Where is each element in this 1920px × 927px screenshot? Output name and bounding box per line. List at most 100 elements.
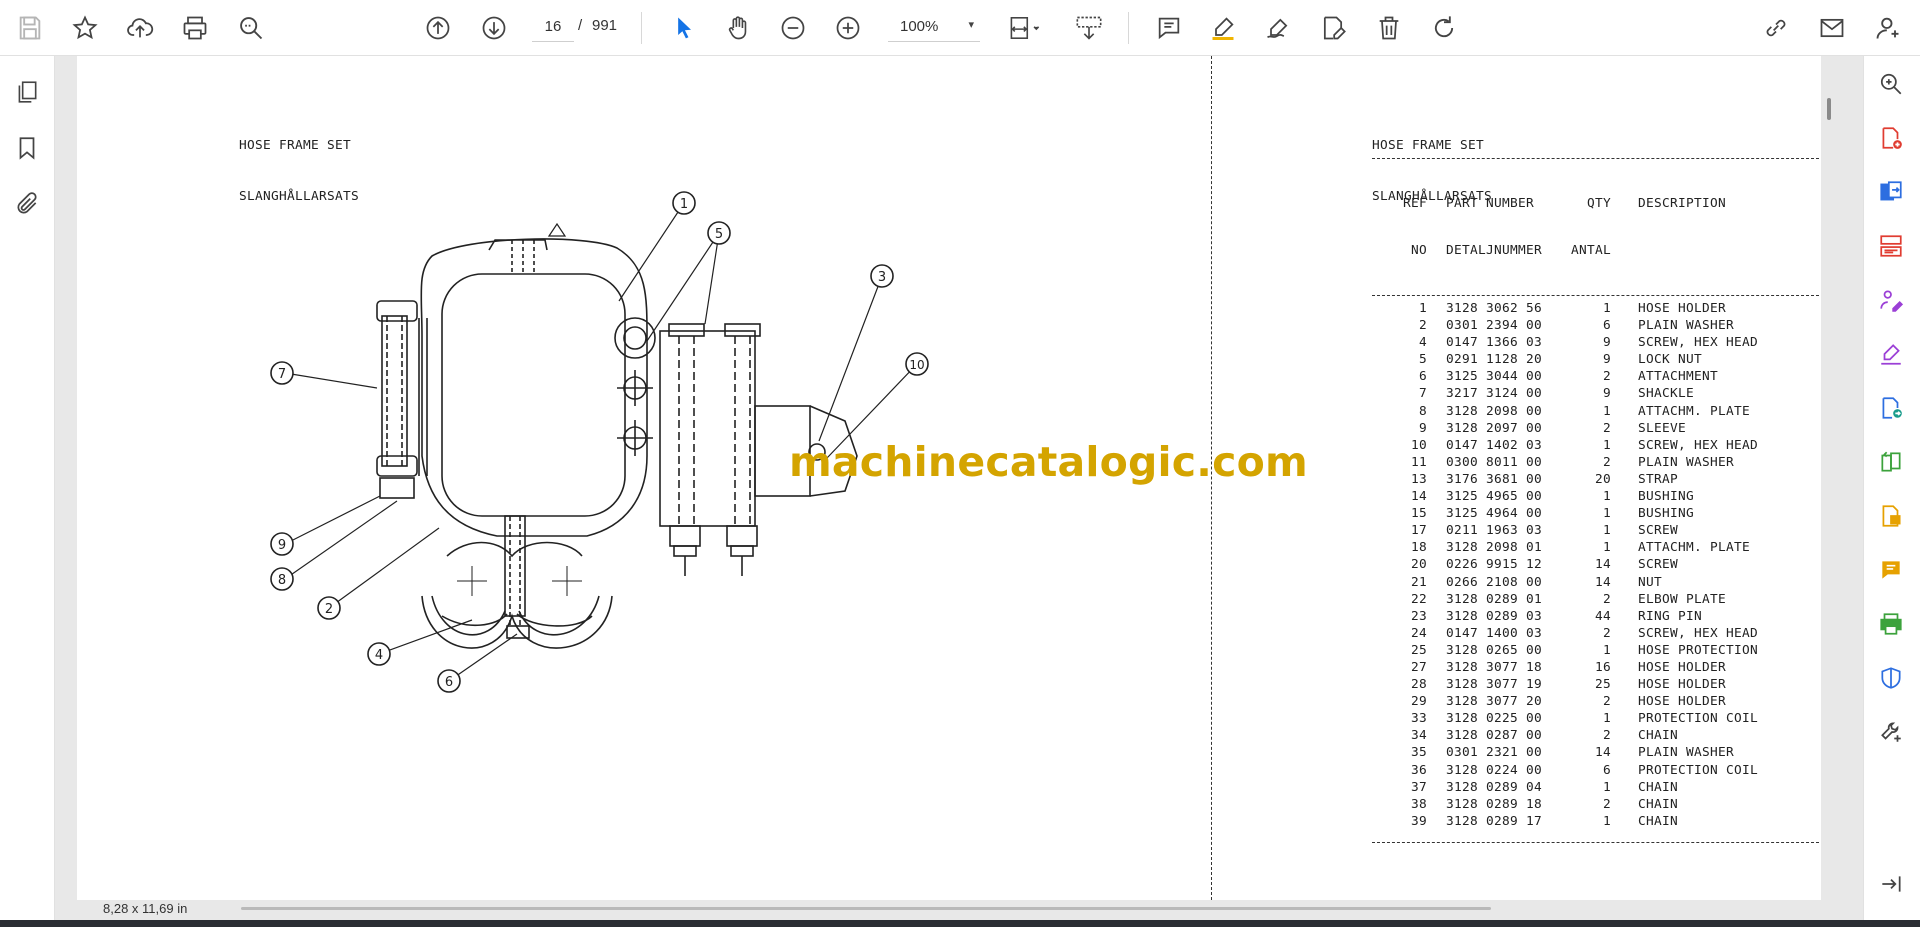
page-number-input[interactable] (532, 12, 574, 42)
zoom-dropdown[interactable]: 100% ▾ (888, 12, 980, 42)
comment-icon[interactable] (1149, 8, 1189, 48)
title-line-english: HOSE FRAME SET (1372, 138, 1485, 153)
expand-pane-icon[interactable] (1873, 866, 1909, 902)
save-icon[interactable] (10, 8, 50, 48)
star-icon[interactable] (65, 8, 105, 48)
table-row: 35 0301 2321 00 14 PLAIN WASHER (1372, 744, 1819, 761)
combine-files-icon[interactable] (1873, 174, 1909, 210)
table-row: 11 0300 8011 00 2 PLAIN WASHER (1372, 454, 1819, 471)
print-production-icon[interactable] (1873, 606, 1909, 642)
table-row: 34 3128 0287 00 2 CHAIN (1372, 727, 1819, 744)
more-tools-icon[interactable] (1873, 714, 1909, 750)
cell-part-number: 0291 1128 20 (1446, 352, 1543, 368)
cell-qty: 1 (1602, 523, 1611, 539)
account-icon[interactable] (1868, 8, 1908, 48)
page-total: 991 (592, 17, 618, 34)
next-page-icon[interactable] (474, 8, 514, 48)
cell-ref: 17 (1410, 523, 1427, 539)
cell-qty: 2 (1602, 625, 1611, 641)
table-row: 10 0147 1402 03 1 SCREW, HEX HEAD (1372, 437, 1819, 454)
find-text-icon[interactable] (231, 8, 271, 48)
horizontal-scrollbar[interactable] (241, 907, 1491, 910)
cell-qty: 6 (1602, 318, 1611, 334)
search-zoom-icon[interactable] (1873, 66, 1909, 102)
cell-description: RING PIN (1638, 608, 1703, 624)
cell-description: HOSE HOLDER (1638, 694, 1727, 710)
cloud-upload-icon[interactable] (120, 8, 160, 48)
page-separator: / (578, 17, 583, 34)
left-navigation-rail (0, 56, 55, 920)
email-icon[interactable] (1812, 8, 1852, 48)
cell-qty: 20 (1594, 471, 1611, 487)
cell-description: CHAIN (1638, 796, 1679, 812)
cell-ref: 33 (1410, 711, 1427, 727)
table-row: 38 3128 0289 18 2 CHAIN (1372, 796, 1819, 813)
table-row: 17 0211 1963 03 1 SCREW (1372, 522, 1819, 539)
draw-icon[interactable] (1258, 8, 1298, 48)
cell-ref: 38 (1410, 796, 1427, 812)
cell-part-number: 3128 0289 04 (1446, 779, 1543, 795)
fill-sign-icon[interactable] (1873, 282, 1909, 318)
cell-ref: 22 (1410, 591, 1427, 607)
cell-ref: 20 (1410, 557, 1427, 573)
svg-text:2: 2 (325, 602, 333, 617)
protect-icon[interactable] (1873, 660, 1909, 696)
hand-tool-icon[interactable] (718, 8, 758, 48)
document-viewport[interactable]: HOSE FRAME SET SLANGHÅLLARSATS 1 5 3 10 … (55, 56, 1863, 920)
cell-qty: 1 (1602, 813, 1611, 829)
cell-part-number: 3128 2098 00 (1446, 403, 1543, 419)
cell-qty: 2 (1602, 728, 1611, 744)
callout-10: 10 (905, 352, 929, 376)
signature-icon[interactable] (1873, 336, 1909, 372)
cell-description: SCREW, HEX HEAD (1638, 437, 1759, 453)
zoom-out-icon[interactable] (773, 8, 813, 48)
previous-page-icon[interactable] (418, 8, 458, 48)
select-cursor-icon[interactable] (664, 8, 704, 48)
svg-text:1: 1 (680, 197, 688, 212)
highlight-icon[interactable] (1203, 8, 1243, 48)
cell-part-number: 3125 3044 00 (1446, 369, 1543, 385)
comment-tool-icon[interactable] (1873, 552, 1909, 588)
svg-text:3: 3 (878, 270, 886, 285)
page-fit-icon[interactable] (1000, 8, 1050, 48)
vertical-scrollbar[interactable] (1827, 98, 1831, 120)
callout-4: 4 (367, 642, 391, 666)
compare-files-icon[interactable] (1873, 444, 1909, 480)
cell-qty: 2 (1602, 369, 1611, 385)
cell-part-number: 3125 4965 00 (1446, 489, 1543, 505)
zoom-in-icon[interactable] (828, 8, 868, 48)
cell-ref: 24 (1410, 625, 1427, 641)
tools-pane (1863, 56, 1920, 920)
create-pdf-icon[interactable] (1873, 120, 1909, 156)
cell-part-number: 3128 2097 00 (1446, 420, 1543, 436)
share-link-icon[interactable] (1756, 8, 1796, 48)
callout-1: 1 (672, 191, 696, 215)
cell-ref: 37 (1410, 779, 1427, 795)
header-no: NO (1410, 243, 1427, 258)
cell-qty: 2 (1602, 796, 1611, 812)
cell-part-number: 3128 3077 20 (1446, 694, 1543, 710)
delete-icon[interactable] (1369, 8, 1409, 48)
edit-pdf-icon[interactable] (1873, 498, 1909, 534)
cell-part-number: 0147 1366 03 (1446, 335, 1543, 351)
svg-text:5: 5 (715, 227, 723, 242)
print-icon[interactable] (175, 8, 215, 48)
edit-text-icon[interactable] (1313, 8, 1353, 48)
page-thumbnails-icon[interactable] (9, 74, 45, 110)
cell-part-number: 3128 3062 56 (1446, 301, 1543, 316)
export-pdf-icon[interactable] (1873, 390, 1909, 426)
cell-ref: 4 (1418, 335, 1427, 351)
cell-qty: 16 (1594, 659, 1611, 675)
scrolling-mode-icon[interactable] (1066, 8, 1112, 48)
attachment-icon[interactable] (9, 186, 45, 222)
bookmark-icon[interactable] (9, 130, 45, 166)
rotate-icon[interactable] (1424, 8, 1464, 48)
cell-qty: 1 (1602, 711, 1611, 727)
callout-8: 8 (270, 567, 294, 591)
cell-description: STRAP (1638, 471, 1679, 487)
cell-part-number: 0147 1402 03 (1446, 437, 1543, 453)
organize-pages-icon[interactable] (1873, 228, 1909, 264)
cell-ref: 5 (1418, 352, 1427, 368)
table-row: 21 0266 2108 00 14 NUT (1372, 574, 1819, 591)
cell-qty: 14 (1594, 557, 1611, 573)
